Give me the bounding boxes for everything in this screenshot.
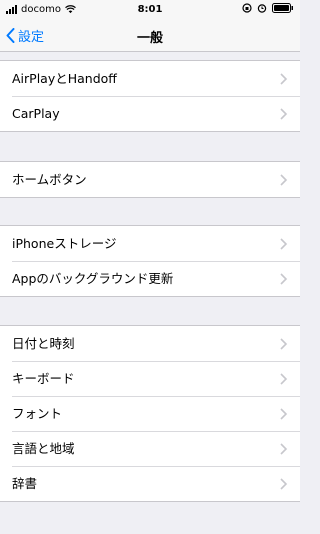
list-item-date-time[interactable]: 日付と時刻 xyxy=(0,326,300,361)
list-item-iphone-storage[interactable]: iPhoneストレージ xyxy=(0,226,300,261)
chevron-right-icon xyxy=(280,338,288,350)
settings-group-3: iPhoneストレージ Appのバックグラウンド更新 xyxy=(0,225,300,297)
chevron-right-icon xyxy=(280,478,288,490)
chevron-right-icon xyxy=(280,273,288,285)
list-item-fonts[interactable]: フォント xyxy=(0,396,300,431)
chevron-right-icon xyxy=(280,108,288,120)
list-item-label: Appのバックグラウンド更新 xyxy=(12,271,174,286)
battery-icon xyxy=(272,3,293,13)
chevron-right-icon xyxy=(280,373,288,385)
list-item-keyboard[interactable]: キーボード xyxy=(0,361,300,396)
list-item-label: ホームボタン xyxy=(12,172,87,187)
alarm-icon xyxy=(257,4,267,13)
settings-group-4: 日付と時刻 キーボード フォント 言語と地域 辞書 xyxy=(0,325,300,502)
list-item-label: フォント xyxy=(12,406,63,421)
chevron-right-icon xyxy=(280,73,288,85)
list-item-dictionary[interactable]: 辞書 xyxy=(0,466,300,501)
list-item-airplay-handoff[interactable]: AirPlayとHandoff xyxy=(0,61,300,96)
list-item-language-region[interactable]: 言語と地域 xyxy=(0,431,300,466)
chevron-right-icon xyxy=(280,238,288,250)
status-right xyxy=(242,3,294,13)
navigation-bar: 設定 一般 xyxy=(0,20,300,52)
list-item-label: 辞書 xyxy=(12,476,38,491)
list-item-label: 日付と時刻 xyxy=(12,336,75,351)
orientation-lock-icon xyxy=(242,3,252,13)
list-item-label: キーボード xyxy=(12,371,75,386)
status-bar: docomo 8:01 xyxy=(0,0,300,20)
list-item-home-button[interactable]: ホームボタン xyxy=(0,162,300,197)
list-item-label: CarPlay xyxy=(12,106,60,121)
list-item-label: iPhoneストレージ xyxy=(12,236,117,251)
chevron-right-icon xyxy=(280,174,288,186)
list-item-label: 言語と地域 xyxy=(12,441,75,456)
list-item-label: AirPlayとHandoff xyxy=(12,71,117,86)
chevron-right-icon xyxy=(280,408,288,420)
page-title: 一般 xyxy=(136,31,163,46)
chevron-right-icon xyxy=(280,443,288,455)
settings-group-2: ホームボタン xyxy=(0,161,300,198)
list-item-carplay[interactable]: CarPlay xyxy=(0,96,300,131)
list-item-background-app-refresh[interactable]: Appのバックグラウンド更新 xyxy=(0,261,300,296)
settings-group-1: AirPlayとHandoff CarPlay xyxy=(0,60,300,132)
